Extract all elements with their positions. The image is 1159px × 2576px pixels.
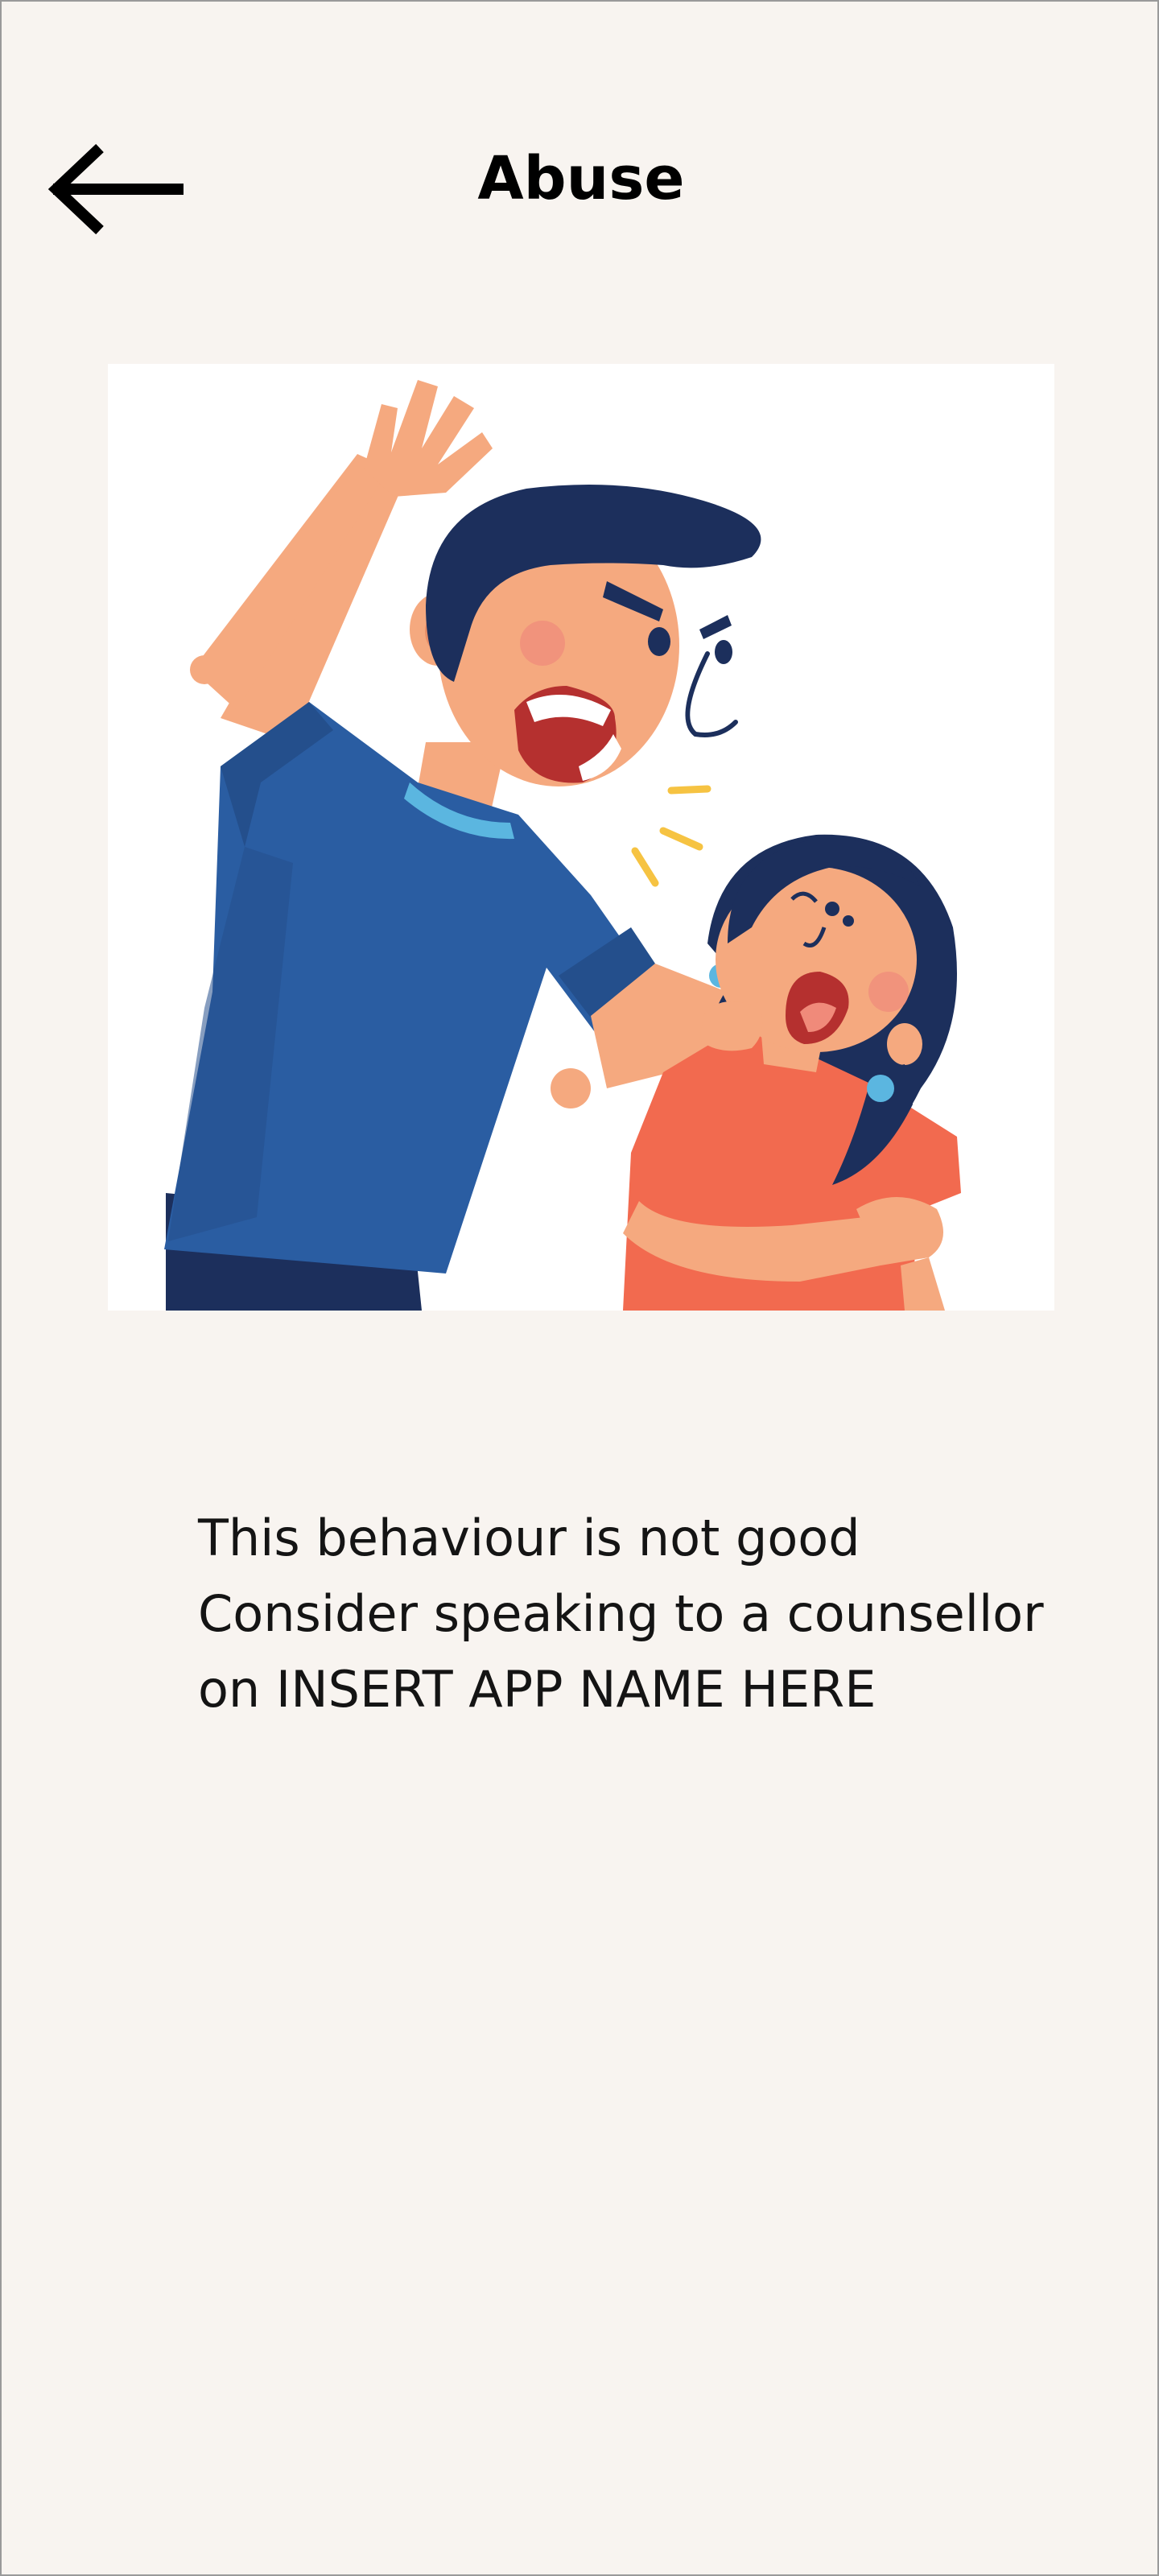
screen: Abuse This behaviour is not good Conside… [0, 0, 1159, 2576]
page-title: Abuse [477, 144, 685, 213]
message-line-3: on INSERT APP NAME HERE [198, 1660, 876, 1719]
message-line-1: This behaviour is not good [198, 1509, 860, 1567]
back-button[interactable] [42, 130, 195, 243]
abuse-illustration [108, 364, 1054, 1311]
message-text: This behaviour is not good Consider spea… [198, 1501, 1107, 1728]
message-line-2: Consider speaking to a counsellor [198, 1584, 1044, 1643]
arrow-left-icon [47, 143, 184, 235]
